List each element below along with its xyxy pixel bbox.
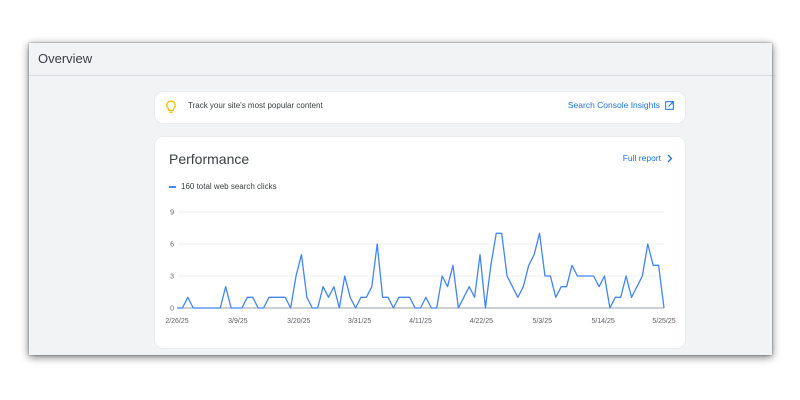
search-console-insights-label: Search Console Insights bbox=[567, 100, 660, 110]
y-tick-label: 6 bbox=[170, 242, 174, 249]
x-tick-label: 4/11/25 bbox=[409, 318, 432, 325]
x-tick-label: 5/14/25 bbox=[591, 318, 614, 325]
page-header: Overview bbox=[29, 43, 772, 76]
y-tick-label: 9 bbox=[170, 210, 174, 217]
x-tick-label: 3/31/25 bbox=[348, 318, 371, 325]
clicks-line-chart: 0 3 6 9 2/26/25 3/9/25 3/20/25 3/31/25 4/11/25 4/… bbox=[165, 210, 675, 326]
x-tick-label: 5/25/25 bbox=[652, 318, 675, 325]
x-tick-label: 2/26/25 bbox=[165, 318, 188, 325]
banner-text: Track your site's most popular content bbox=[188, 101, 323, 110]
search-console-insights-link[interactable]: Search Console Insights bbox=[568, 100, 674, 110]
page-title: Overview bbox=[38, 51, 93, 66]
lightbulb-icon bbox=[166, 100, 176, 113]
y-tick-label: 0 bbox=[170, 306, 174, 313]
overview-panel: Overview Track your site's most popular … bbox=[29, 43, 772, 355]
x-tick-label: 3/20/25 bbox=[287, 318, 310, 325]
performance-card: Performance Full report 160 total web se… bbox=[155, 137, 685, 348]
series-line-web-search-clicks bbox=[177, 232, 665, 309]
x-tick-label: 3/9/25 bbox=[228, 318, 248, 325]
y-tick-label: 3 bbox=[170, 274, 174, 281]
open-in-new-icon bbox=[665, 100, 674, 110]
x-tick-label: 4/22/25 bbox=[470, 318, 493, 325]
x-tick-label: 5/3/25 bbox=[533, 318, 553, 325]
insights-banner: Track your site's most popular content S… bbox=[155, 92, 685, 123]
